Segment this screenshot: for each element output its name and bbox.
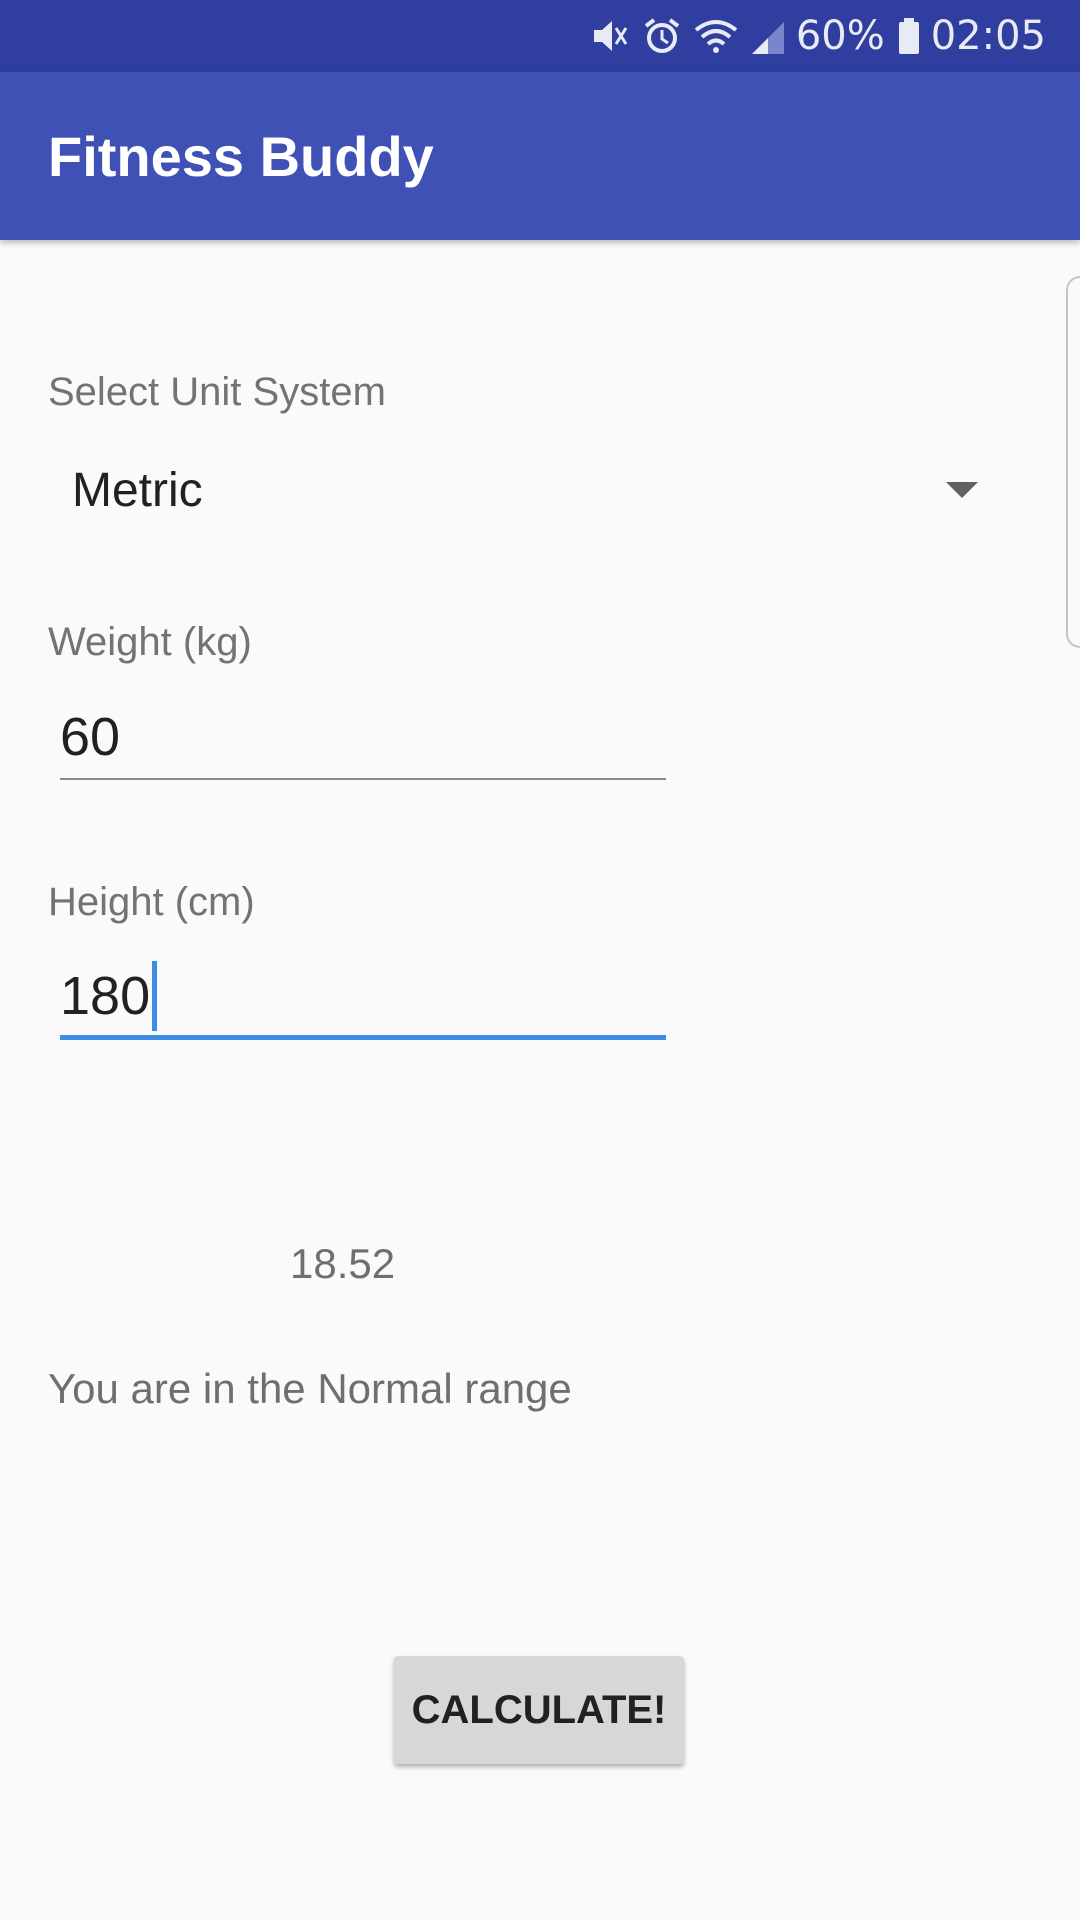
bmi-range-message: You are in the Normal range xyxy=(48,1365,572,1412)
mute-icon xyxy=(590,16,630,56)
dropdown-arrow-icon xyxy=(946,482,978,498)
clock: 02:05 xyxy=(930,13,1046,59)
text-cursor xyxy=(152,960,158,1031)
height-value: 180 xyxy=(60,965,151,1026)
signal-icon xyxy=(750,16,786,56)
unit-system-dropdown[interactable]: Metric xyxy=(48,450,988,530)
alarm-icon xyxy=(642,16,682,56)
app-bar: Fitness Buddy xyxy=(0,72,1080,240)
app-title: Fitness Buddy xyxy=(48,124,434,188)
weight-label: Weight (kg) xyxy=(48,620,252,664)
screen: 60% 02:05 Fitness Buddy Select Unit Syst… xyxy=(0,0,1080,1920)
battery-percent: 60% xyxy=(795,13,885,59)
calculate-button[interactable]: CALCULATE! xyxy=(394,1656,684,1764)
unit-system-label: Select Unit System xyxy=(48,370,386,414)
height-input[interactable]: 180 xyxy=(60,956,666,1040)
height-label: Height (cm) xyxy=(48,880,255,924)
bmi-result: 18.52 xyxy=(290,1240,396,1287)
weight-value: 60 xyxy=(60,707,121,767)
status-bar: 60% 02:05 xyxy=(0,0,1080,72)
wifi-icon xyxy=(694,16,738,56)
edge-panel-handle[interactable] xyxy=(1066,276,1080,648)
weight-input[interactable]: 60 xyxy=(60,696,666,780)
battery-icon xyxy=(897,16,921,56)
unit-system-value: Metric xyxy=(72,463,203,517)
